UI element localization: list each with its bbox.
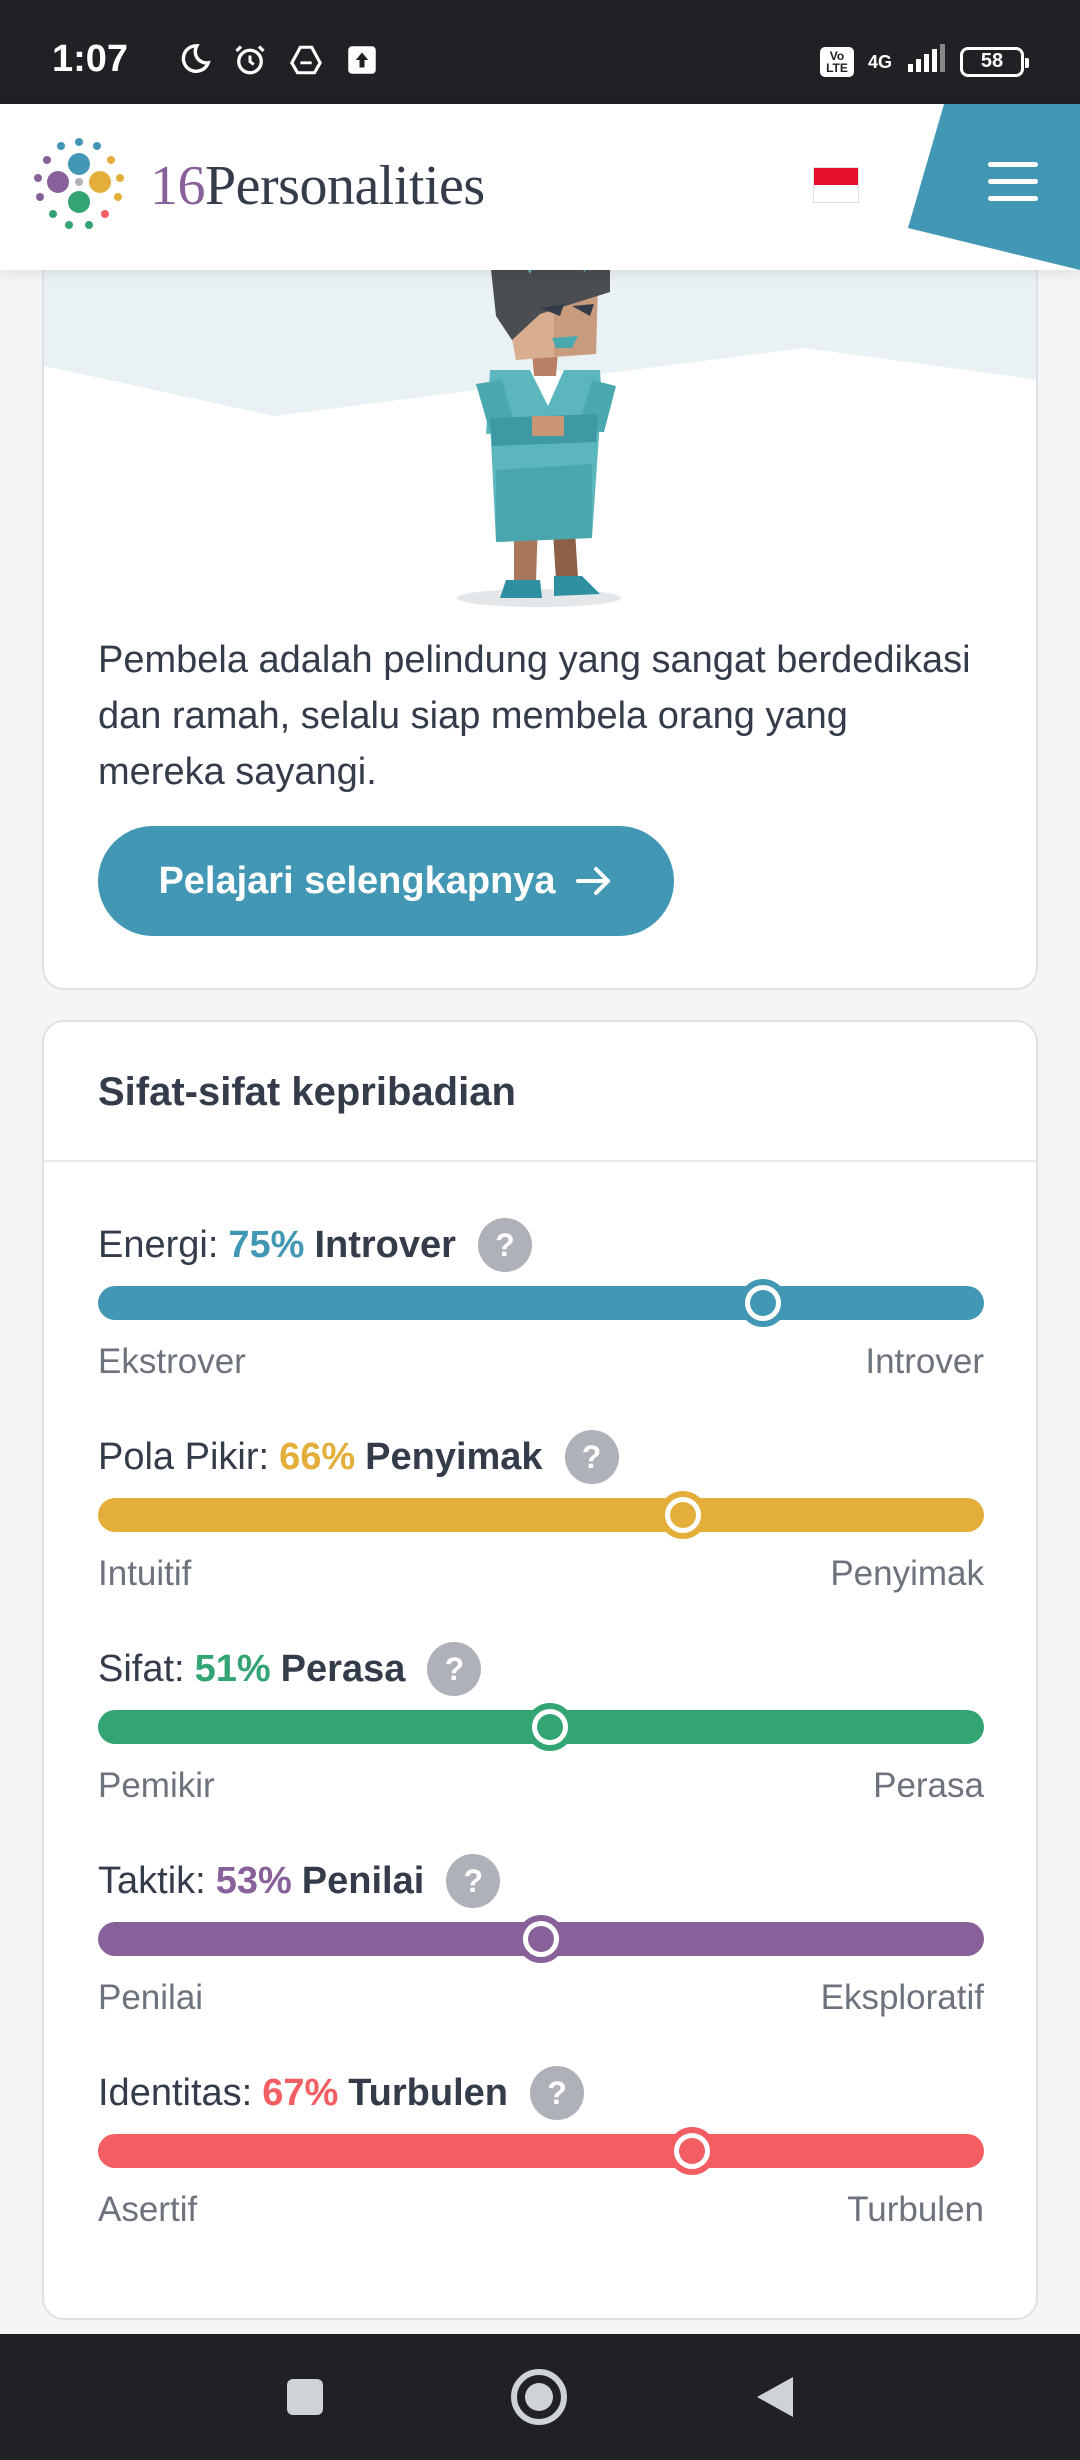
trait-slider-track[interactable] xyxy=(98,1491,984,1539)
trait-percent: 67% xyxy=(262,2071,339,2114)
trait-slider-knob[interactable] xyxy=(517,1915,565,1963)
trait-slider-knob[interactable] xyxy=(525,1703,574,1751)
trait-right-pole: Penyimak xyxy=(830,1554,984,1593)
knob-dot xyxy=(749,1290,776,1316)
trait-energy: Energi: 75% Introver ? Ekstrover Introve… xyxy=(98,1218,984,1418)
trait-slider-track[interactable] xyxy=(98,2127,984,2175)
moon-icon xyxy=(176,42,212,78)
home-icon[interactable] xyxy=(506,2364,572,2430)
network-type: 4G xyxy=(867,51,892,72)
recent-apps-icon[interactable] xyxy=(272,2364,338,2430)
battery-level: 58 xyxy=(980,50,1004,72)
trait-type: Introver xyxy=(314,1223,456,1266)
language-flag[interactable] xyxy=(814,168,858,202)
trait-heading: Energi: 75% Introver ? xyxy=(98,1218,532,1272)
trait-left-pole: Ekstrover xyxy=(98,1342,246,1381)
trait-type: Perasa xyxy=(280,1647,406,1690)
trait-percent: 75% xyxy=(228,1223,305,1266)
trait-left-pole: Asertif xyxy=(98,2190,198,2229)
trait-label: Taktik: xyxy=(98,1859,206,1902)
brand-name[interactable]: 16Personalities xyxy=(150,154,485,218)
back-icon[interactable] xyxy=(742,2364,808,2430)
trait-slider-knob[interactable] xyxy=(738,1279,787,1327)
trait-heading: Pola Pikir: 66% Penyimak ? xyxy=(98,1430,619,1484)
trait-slider-track[interactable] xyxy=(98,1279,984,1327)
trait-right-pole: Turbulen xyxy=(847,2190,984,2229)
help-icon[interactable]: ? xyxy=(446,1854,501,1908)
alarm-icon xyxy=(232,42,268,78)
site-header: 16Personalities xyxy=(0,104,1080,270)
trait-slider-track[interactable] xyxy=(98,1915,984,1963)
trait-label: Energi: xyxy=(98,1223,219,1266)
trait-identity: Identitas: 67% Turbulen ? Asertif Turbul… xyxy=(98,2066,984,2266)
status-time: 1:07 xyxy=(52,38,129,80)
trait-percent: 53% xyxy=(215,1859,292,1902)
trait-percent: 66% xyxy=(279,1435,356,1478)
trait-right-pole: Perasa xyxy=(873,1766,984,1805)
menu-line xyxy=(988,196,1038,201)
status-right: Vo LTE 4G 58 xyxy=(819,44,1029,79)
trait-label: Sifat: xyxy=(98,1647,185,1690)
trait-percent: 51% xyxy=(194,1647,271,1690)
help-icon[interactable]: ? xyxy=(564,1430,619,1484)
trait-left-pole: Pemikir xyxy=(98,1766,215,1805)
trait-label: Identitas: xyxy=(98,2071,253,2114)
personality-traits-card: Sifat-sifat kepribadian Energi: 75% Intr… xyxy=(42,1020,1038,2320)
trait-slider-knob[interactable] xyxy=(658,1491,707,1539)
status-bar: 1:07 Vo LTE 4G 58 xyxy=(0,0,1080,104)
knob-dot xyxy=(678,2138,705,2164)
trait-left-pole: Penilai xyxy=(98,1978,204,2017)
drive-icon xyxy=(288,42,324,78)
trait-heading: Identitas: 67% Turbulen ? xyxy=(98,2066,584,2120)
status-icons xyxy=(176,42,380,78)
menu-line xyxy=(988,162,1038,167)
learn-more-button[interactable]: Pelajari selengkapnya xyxy=(98,826,674,936)
flag-red xyxy=(814,168,858,185)
trait-mind: Pola Pikir: 66% Penyimak ? Intuitif Peny… xyxy=(98,1430,984,1630)
defender-character-illustration xyxy=(44,220,1036,607)
trait-label: Pola Pikir: xyxy=(98,1435,270,1478)
signal-icon xyxy=(906,44,946,79)
trait-type: Penyimak xyxy=(365,1435,543,1478)
divider xyxy=(44,1160,1036,1162)
traits-card-title: Sifat-sifat kepribadian xyxy=(98,1070,516,1114)
personality-description: Pembela adalah pelindung yang sangat ber… xyxy=(98,639,971,793)
arrow-right-icon xyxy=(575,867,610,895)
system-navigation-bar xyxy=(0,2334,1080,2460)
trait-tactics: Taktik: 53% Penilai ? Penilai Eksplorati… xyxy=(98,1854,984,2054)
trait-slider-knob[interactable] xyxy=(667,2127,716,2175)
hamburger-menu-icon[interactable] xyxy=(988,162,1038,202)
trait-heading: Taktik: 53% Penilai ? xyxy=(98,1854,501,1908)
trait-right-pole: Introver xyxy=(865,1342,984,1381)
trait-nature: Sifat: 51% Perasa ? Pemikir Perasa xyxy=(98,1642,984,1842)
logo-icon[interactable] xyxy=(26,134,132,240)
knob-dot xyxy=(528,1926,554,1952)
knob-dot xyxy=(669,1502,696,1528)
trait-left-pole: Intuitif xyxy=(98,1554,192,1593)
brand-word: Personalities xyxy=(205,155,485,217)
flag-white xyxy=(814,185,858,202)
learn-more-label: Pelajari selengkapnya xyxy=(158,859,556,902)
trait-right-pole: Eksploratif xyxy=(820,1978,984,2017)
upload-icon xyxy=(344,42,380,78)
trait-type: Turbulen xyxy=(348,2071,508,2114)
knob-dot xyxy=(536,1714,563,1740)
menu-line xyxy=(988,179,1038,184)
volte-icon: Vo LTE xyxy=(819,46,854,77)
personality-intro-card: Pembela adalah pelindung yang sangat ber… xyxy=(42,220,1038,990)
help-icon[interactable]: ? xyxy=(427,1642,482,1696)
help-icon[interactable]: ? xyxy=(530,2066,584,2120)
trait-type: Penilai xyxy=(301,1859,425,1902)
help-icon[interactable]: ? xyxy=(477,1218,532,1272)
battery-icon: 58 xyxy=(960,46,1029,77)
trait-heading: Sifat: 51% Perasa ? xyxy=(98,1642,482,1696)
trait-slider-track[interactable] xyxy=(98,1703,984,1751)
brand-number: 16 xyxy=(150,155,206,217)
